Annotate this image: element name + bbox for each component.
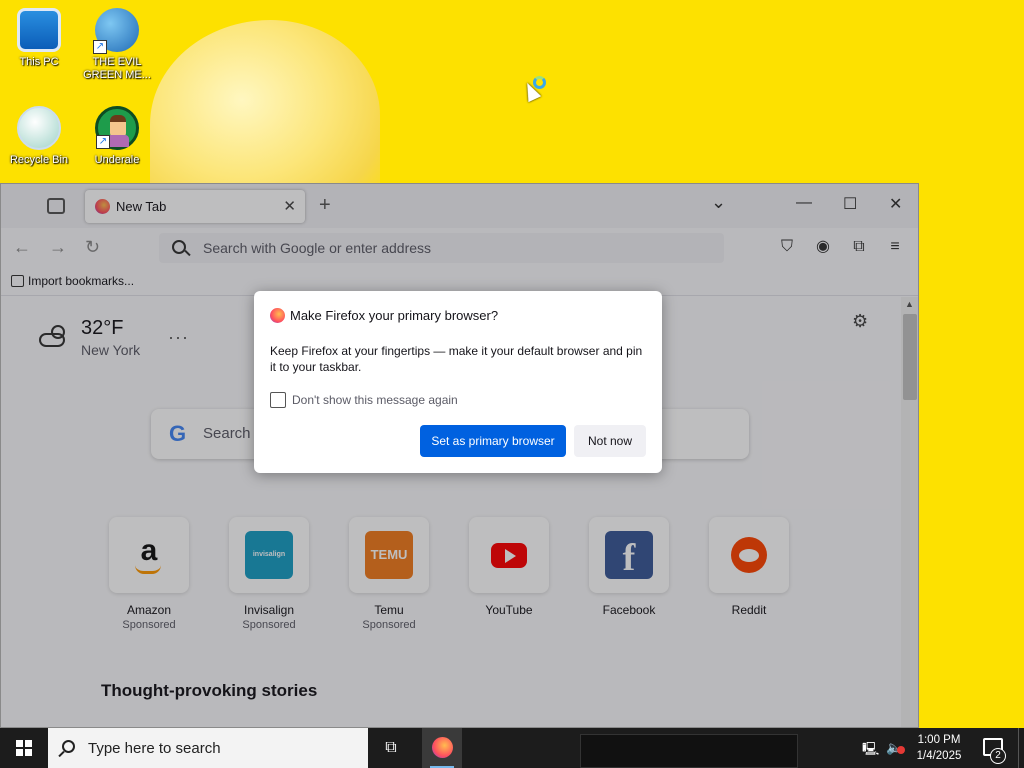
taskbar-search-input[interactable] xyxy=(88,738,358,758)
start-button[interactable] xyxy=(0,728,48,768)
dialog-title: Make Firefox your primary browser? xyxy=(290,308,499,323)
desktop-icon-label: Underale xyxy=(94,154,140,166)
firefox-icon xyxy=(432,737,453,758)
recycle-bin-icon xyxy=(17,106,61,150)
firefox-logo-icon xyxy=(270,308,285,323)
shortcut-arrow-icon: ↗ xyxy=(96,135,110,149)
desktop-icon-label: This PC xyxy=(19,56,59,68)
desktop-icon-recycle-bin[interactable]: Recycle Bin xyxy=(0,106,78,167)
clock-time: 1:00 PM xyxy=(917,734,961,746)
taskbar-firefox-button[interactable] xyxy=(422,728,462,768)
clock-date: 1/4/2025 xyxy=(916,750,962,762)
not-now-button[interactable]: Not now xyxy=(574,425,646,457)
desktop-icon-evil-green[interactable]: ↗ THE EVIL GREEN ME... xyxy=(78,8,156,82)
default-browser-dialog: Make Firefox your primary browser? Keep … xyxy=(254,291,662,473)
taskbar-window-preview xyxy=(580,734,798,768)
dont-show-again-label[interactable]: Don't show this message again xyxy=(292,393,458,407)
desktop-icon-this-pc[interactable]: This PC xyxy=(0,8,78,69)
notification-count-badge: 2 xyxy=(990,748,1006,764)
computer-icon xyxy=(17,8,61,52)
desktop-icon-label: THE EVIL GREEN ME... xyxy=(83,56,151,81)
dialog-message: Keep Firefox at your fingertips — make i… xyxy=(270,344,643,374)
mute-indicator-icon xyxy=(897,746,905,754)
game-character-icon: ↗ xyxy=(95,106,139,150)
network-icon[interactable]: 🖳 xyxy=(862,740,879,762)
taskbar-search-box[interactable] xyxy=(48,728,368,768)
task-view-icon[interactable]: ⧉ xyxy=(382,739,400,757)
shortcut-arrow-icon: ↗ xyxy=(93,40,107,54)
show-desktop-button[interactable] xyxy=(1018,728,1024,768)
search-icon xyxy=(62,740,75,753)
windows-logo-icon xyxy=(16,740,32,756)
set-primary-browser-button[interactable]: Set as primary browser xyxy=(420,425,566,457)
taskbar: ⧉ 🖳 🔈 1:00 PM 1/4/2025 2 xyxy=(0,728,1024,768)
busy-spinner-icon xyxy=(533,76,546,89)
people-icon: ↗ xyxy=(93,8,139,54)
system-clock[interactable]: 1:00 PM 1/4/2025 xyxy=(910,732,968,764)
desktop-icon-label: Recycle Bin xyxy=(9,154,69,166)
desktop-icon-underale[interactable]: ↗ Underale xyxy=(78,106,156,167)
dont-show-again-checkbox[interactable] xyxy=(270,392,286,408)
